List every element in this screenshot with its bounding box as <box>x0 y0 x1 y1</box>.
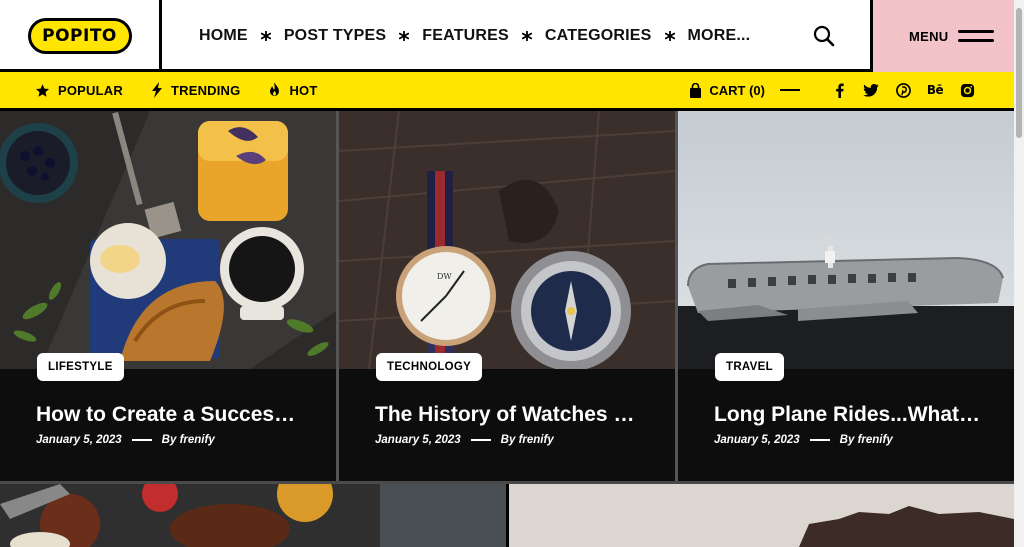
meta-divider <box>809 439 830 441</box>
post-author[interactable]: By frenify <box>501 434 554 446</box>
post-image[interactable] <box>678 111 1014 369</box>
logo-container[interactable]: POPITO <box>0 0 162 72</box>
post-image[interactable] <box>0 111 336 369</box>
post-title[interactable]: How to Create a Successful Morning Routi… <box>36 403 306 427</box>
trending-label: TRENDING <box>170 82 241 98</box>
post-author[interactable]: By frenify <box>162 434 215 446</box>
site-header: POPITO HOME POST TYPES FEATURES CATEGORI… <box>0 0 1014 72</box>
main-nav: HOME POST TYPES FEATURES CATEGORIES MORE… <box>164 0 870 72</box>
post-image[interactable] <box>509 484 1014 547</box>
asterisk-icon <box>259 31 273 41</box>
svg-text:DW: DW <box>437 272 452 281</box>
site-logo[interactable]: POPITO <box>27 18 132 54</box>
bolt-icon <box>151 82 162 98</box>
meta-divider <box>131 439 152 441</box>
menu-label: MENU <box>909 28 949 44</box>
scrollbar-thumb[interactable] <box>1016 8 1022 138</box>
post-meta: January 5, 2023 By frenify <box>36 434 215 446</box>
post-card[interactable]: LIFESTYLE How to Create a Successful Mor… <box>0 111 336 484</box>
pinterest-icon[interactable] <box>895 82 911 98</box>
featured-posts: LIFESTYLE How to Create a Successful Mor… <box>0 111 1014 484</box>
post-card[interactable]: TRAVEL Long Plane Rides...What's Next Ja… <box>678 111 1014 484</box>
divider <box>780 89 800 91</box>
post-title[interactable]: Long Plane Rides...What's Next <box>714 403 984 427</box>
menu-button[interactable]: MENU <box>870 0 1014 72</box>
post-card[interactable]: DW TECHNOLOGY The History of Watches and… <box>339 111 675 484</box>
nav-item-home[interactable]: HOME <box>199 27 248 45</box>
twitter-icon[interactable] <box>863 82 879 98</box>
trending-link[interactable]: TRENDING <box>151 82 241 98</box>
post-title[interactable]: The History of Watches and Time <box>375 403 645 427</box>
page-scrollbar[interactable] <box>1014 0 1024 547</box>
post-meta: January 5, 2023 By frenify <box>375 434 554 446</box>
quick-links: POPULAR TRENDING HOT <box>35 72 346 108</box>
facebook-icon[interactable] <box>831 82 847 98</box>
post-meta: January 5, 2023 By frenify <box>714 434 893 446</box>
top-bar: POPULAR TRENDING HOT CART (0) Bē <box>0 72 1014 111</box>
bag-icon <box>690 82 702 98</box>
bar-right: CART (0) Bē <box>689 72 975 108</box>
hamburger-icon <box>958 30 995 42</box>
asterisk-icon <box>520 31 534 41</box>
star-icon <box>35 83 50 97</box>
post-date: January 5, 2023 <box>375 434 461 446</box>
instagram-icon[interactable] <box>959 82 975 98</box>
nav-item-post-types[interactable]: POST TYPES <box>284 27 386 45</box>
popular-link[interactable]: POPULAR <box>35 83 123 98</box>
post-author[interactable]: By frenify <box>840 434 893 446</box>
asterisk-icon <box>397 31 411 41</box>
post-date: January 5, 2023 <box>36 434 122 446</box>
category-badge[interactable]: TECHNOLOGY <box>376 353 483 381</box>
search-icon[interactable] <box>812 24 836 48</box>
cart-link[interactable]: CART (0) <box>689 82 765 98</box>
more-posts <box>0 484 1014 547</box>
cart-label: CART (0) <box>709 82 765 98</box>
hot-label: HOT <box>289 82 318 98</box>
flame-icon <box>270 82 280 96</box>
popular-label: POPULAR <box>58 82 123 98</box>
nav-item-features[interactable]: FEATURES <box>422 27 509 45</box>
post-image[interactable]: DW <box>339 111 675 369</box>
category-badge[interactable]: TRAVEL <box>715 353 784 381</box>
meta-divider <box>470 439 491 441</box>
asterisk-icon <box>663 31 677 41</box>
category-badge[interactable]: LIFESTYLE <box>37 353 124 381</box>
nav-item-categories[interactable]: CATEGORIES <box>545 27 652 45</box>
behance-icon[interactable]: Bē <box>927 82 944 98</box>
nav-item-more[interactable]: MORE... <box>688 27 751 45</box>
post-image[interactable] <box>0 484 506 547</box>
post-date: January 5, 2023 <box>714 434 800 446</box>
hot-link[interactable]: HOT <box>268 82 317 98</box>
